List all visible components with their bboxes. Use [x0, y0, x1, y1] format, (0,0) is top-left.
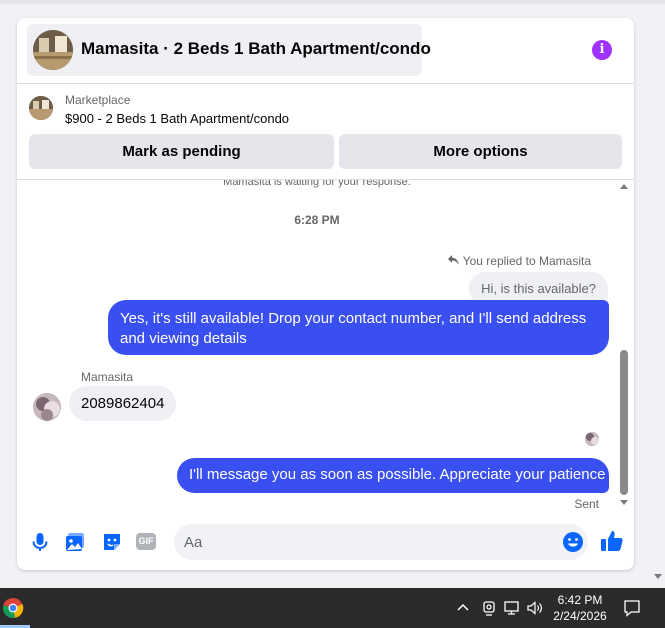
- taskbar-clock[interactable]: 6:42 PM 2/24/2026: [548, 592, 612, 624]
- sticker-icon[interactable]: [101, 531, 123, 553]
- sender-name: Mamasita: [81, 370, 134, 384]
- reply-note: You replied to Mamasita: [447, 253, 591, 268]
- outgoing-message[interactable]: Yes, it's still available! Drop your con…: [108, 300, 609, 355]
- chat-window: Mamasita · 2 Beds 1 Bath Apartment/condo…: [17, 18, 634, 570]
- gif-icon[interactable]: GIF: [136, 531, 158, 553]
- message-thread: Mamasita is waiting for your response. 6…: [17, 180, 634, 514]
- listing-thumbnail[interactable]: [29, 96, 53, 120]
- volume-icon[interactable]: [527, 600, 543, 616]
- chat-header: Mamasita · 2 Beds 1 Bath Apartment/condo…: [17, 18, 634, 84]
- meet-now-icon[interactable]: [481, 600, 497, 616]
- reply-icon: [447, 253, 459, 268]
- outgoing-message[interactable]: I'll message you as soon as possible. Ap…: [177, 458, 609, 493]
- marketplace-label: Marketplace: [65, 93, 131, 107]
- scroll-up-arrow[interactable]: [620, 184, 628, 189]
- network-icon[interactable]: [504, 600, 520, 616]
- mark-as-pending-button[interactable]: Mark as pending: [29, 134, 334, 169]
- chevron-up-icon[interactable]: [457, 600, 469, 615]
- scroll-down-arrow[interactable]: [620, 500, 628, 505]
- sender-avatar[interactable]: [33, 393, 61, 421]
- listing-title[interactable]: $900 - 2 Beds 1 Bath Apartment/condo: [65, 111, 289, 126]
- clock-time: 6:42 PM: [557, 593, 603, 607]
- reply-note-text: You replied to Mamasita: [462, 254, 591, 268]
- scroll-thumb[interactable]: [620, 350, 628, 495]
- thread-scrollbar[interactable]: [618, 180, 630, 514]
- more-options-button[interactable]: More options: [339, 134, 622, 169]
- microphone-icon[interactable]: [29, 531, 51, 553]
- chrome-icon[interactable]: [2, 597, 24, 619]
- emoji-icon[interactable]: [562, 531, 584, 553]
- waiting-note: Mamasita is waiting for your response.: [223, 180, 411, 188]
- gif-label: GIF: [136, 533, 156, 550]
- listing-avatar: [33, 30, 73, 70]
- browser-top-strip: [0, 0, 665, 4]
- notification-icon[interactable]: [623, 599, 641, 617]
- like-icon[interactable]: [600, 529, 624, 553]
- clock-date: 2/24/2026: [553, 609, 607, 623]
- incoming-message[interactable]: 2089862404: [69, 386, 177, 421]
- seen-avatar: [585, 432, 599, 446]
- marketplace-listing-bar: Marketplace $900 - 2 Beds 1 Bath Apartme…: [17, 84, 634, 180]
- conversation-title-button[interactable]: Mamasita · 2 Beds 1 Bath Apartment/condo: [27, 24, 431, 76]
- image-icon[interactable]: [64, 531, 86, 553]
- message-timestamp: 6:28 PM: [294, 213, 340, 227]
- windows-taskbar: 6:42 PM 2/24/2026: [0, 588, 665, 628]
- page-scroll-down-arrow[interactable]: [654, 574, 662, 579]
- sent-status: Sent: [574, 497, 599, 511]
- info-icon[interactable]: i: [592, 40, 612, 60]
- conversation-title: Mamasita · 2 Beds 1 Bath Apartment/condo: [81, 39, 431, 58]
- message-composer: GIF: [17, 518, 634, 566]
- message-input[interactable]: [174, 524, 588, 560]
